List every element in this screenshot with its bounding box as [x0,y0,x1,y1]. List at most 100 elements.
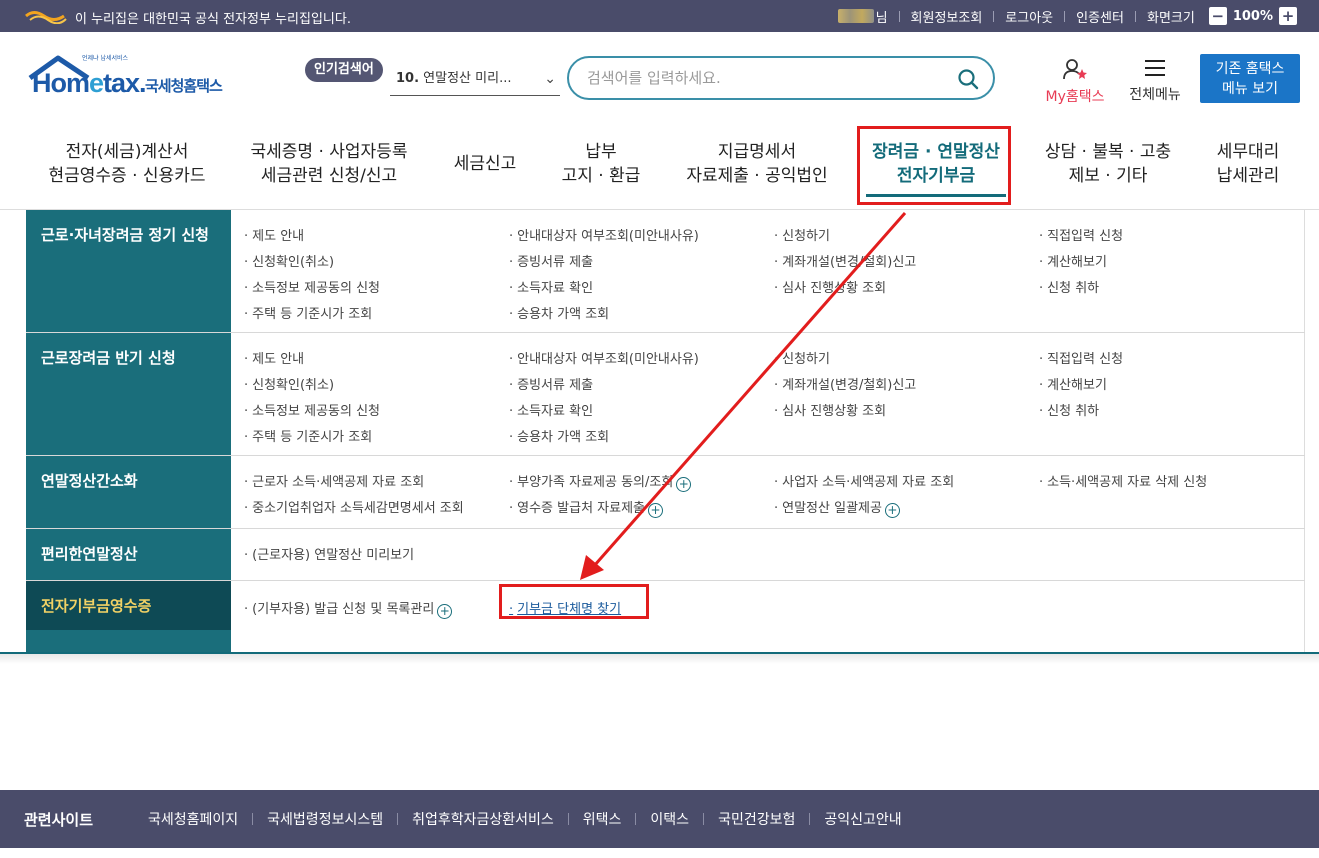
popular-search-badge: 인기검색어 [305,58,383,82]
menu-link[interactable]: 신청하기 [774,225,830,244]
divider [1064,10,1066,22]
menu-link[interactable]: 주택 등 기준시가 조회 [244,303,372,322]
menu-link[interactable]: 계좌개설(변경/철회)신고 [774,251,916,270]
menu-section: 근로장려금 반기 신청 제도 안내 안내대상자 여부조회(미안내사유) 신청하기… [26,333,1305,456]
egov-logo-icon [25,11,67,24]
menu-link[interactable]: 소득정보 제공동의 신청 [244,400,380,419]
nav-label: 제보 · 기타 [1068,166,1148,186]
menu-link[interactable]: 제도 안내 [244,348,304,367]
menu-link[interactable]: 사업자 소득·세액공제 자료 조회 [774,471,954,490]
nav-e-invoice[interactable]: 전자(세금)계산서 현금영수증 · 신용카드 [48,140,206,188]
menu-link[interactable]: (근로자용) 연말정산 미리보기 [244,544,414,563]
nav-tax-return[interactable]: 세금신고 [446,152,524,176]
menu-link[interactable]: 신청하기 [774,348,830,367]
divider [898,10,900,22]
menu-link[interactable]: 소득·세액공제 자료 삭제 신청 [1039,471,1207,490]
menu-link[interactable]: 중소기업취업자 소득세감면명세서 조회 [244,497,464,516]
menu-link[interactable]: 신청확인(취소) [244,374,334,393]
hometax-logo[interactable]: 언제냐 납세서비스 Hometax. 국세청홈택스 [26,52,246,104]
menu-link[interactable]: 소득정보 제공동의 신청 [244,277,380,296]
section-title-active[interactable]: 전자기부금영수증 [26,581,231,630]
popular-rank: 10. [396,71,420,86]
menu-link[interactable]: 승용차 가액 조회 [509,426,609,445]
plus-circle-icon[interactable]: + [437,604,453,619]
menu-link[interactable]: 계산해보기 [1039,251,1107,270]
nav-payment-statement[interactable]: 지급명세서 자료제출 · 공익법인 [680,140,834,188]
logo-wordmark: Hometax. [32,68,147,98]
legacy-menu-button[interactable]: 기존 홈택스 메뉴 보기 [1200,54,1300,103]
nav-label: 납세관리 [1216,166,1280,186]
menu-link[interactable]: 직접입력 신청 [1039,225,1123,244]
nav-payment[interactable]: 납부 고지 · 환급 [556,140,646,188]
footer-link[interactable]: 국민건강보험 [718,809,795,829]
footer-links: 국세청홈페이지 국세법령정보시스템 취업후학자금상환서비스 위택스 이택스 국민… [148,809,902,829]
menu-link[interactable]: 직접입력 신청 [1039,348,1123,367]
logo-korean-name: 국세청홈택스 [145,77,223,95]
section-title[interactable]: 근로·자녀장려금 정기 신청 [26,210,231,332]
footer-link[interactable]: 취업후학자금상환서비스 [412,809,554,829]
popular-search-select[interactable]: 10. 연말정산 미리... ⌄ [390,66,560,96]
menu-link[interactable]: 제도 안내 [244,225,304,244]
menu-section-active: 전자기부금영수증 (기부자용) 발급 신청 및 목록관리+ 기부금 단체명 찾기 [26,581,1305,630]
menu-link[interactable]: 승용차 가액 조회 [509,303,609,322]
menu-link[interactable]: 소득자료 확인 [509,277,593,296]
cert-center-link[interactable]: 인증센터 [1076,7,1124,26]
zoom-out-button[interactable]: − [1208,7,1227,25]
nav-label: 전자(세금)계산서 [65,142,189,162]
search-icon[interactable] [957,68,979,90]
footer-link[interactable]: 이택스 [650,809,689,829]
menu-link[interactable]: 소득자료 확인 [509,400,593,419]
footer-link[interactable]: 위택스 [583,809,622,829]
search-box [567,56,995,100]
menu-link[interactable]: 연말정산 일괄제공+ [774,497,900,518]
divider [993,10,995,22]
section-title-filler [26,630,231,652]
nav-label: 세무대리 [1216,142,1280,162]
legacy-menu-label-2: 메뉴 보기 [1222,81,1278,97]
menu-link[interactable]: 부양가족 자료제공 동의/조회+ [509,471,692,492]
menu-link[interactable]: 영수증 발급처 자료제출+ [509,497,664,518]
menu-link[interactable]: 계좌개설(변경/철회)신고 [774,374,916,393]
menu-link[interactable]: 안내대상자 여부조회(미안내사유) [509,348,699,367]
menu-link[interactable]: 심사 진행상황 조회 [774,277,886,296]
section-title[interactable]: 연말정산간소화 [26,456,231,528]
logout-link[interactable]: 로그아웃 [1005,7,1053,26]
plus-circle-icon[interactable]: + [648,503,664,518]
menu-link[interactable]: 신청확인(취소) [244,251,334,270]
nav-label: 상담 · 불복 · 고충 [1044,142,1172,162]
footer-link[interactable]: 국세청홈페이지 [148,809,238,829]
utility-links: 님 회원정보조회 로그아웃 인증센터 화면크기 − 100% + [837,0,1297,32]
my-hometax-button[interactable]: My홈택스 [1038,58,1112,106]
footer-link[interactable]: 국세법령정보시스템 [267,809,383,829]
menu-link[interactable]: 심사 진행상황 조회 [774,400,886,419]
footer-link[interactable]: 공익신고안내 [824,809,901,829]
zoom-in-button[interactable]: + [1279,7,1297,25]
plus-circle-icon[interactable]: + [676,477,692,492]
menu-link[interactable]: (기부자용) 발급 신청 및 목록관리+ [244,598,453,619]
menu-section: 편리한연말정산 (근로자용) 연말정산 미리보기 [26,529,1305,581]
section-title[interactable]: 편리한연말정산 [26,529,231,580]
divider [809,813,811,825]
divider [1134,10,1136,22]
nav-label: 국세증명 · 사업자등록 [250,142,408,162]
all-menu-label: 전체메뉴 [1129,87,1181,103]
divider [703,813,705,825]
menu-link[interactable]: 주택 등 기준시가 조회 [244,426,372,445]
nav-consultation[interactable]: 상담 · 불복 · 고충 제보 · 기타 [1038,140,1178,188]
menu-link[interactable]: 증빙서류 제출 [509,251,593,270]
legacy-menu-label-1: 기존 홈택스 [1215,61,1285,77]
menu-link[interactable]: 안내대상자 여부조회(미안내사유) [509,225,699,244]
menu-link[interactable]: 증빙서류 제출 [509,374,593,393]
all-menu-button[interactable]: 전체메뉴 [1123,58,1187,104]
menu-link[interactable]: 계산해보기 [1039,374,1107,393]
menu-link[interactable]: 신청 취하 [1039,400,1099,419]
search-input[interactable] [587,67,937,89]
section-title[interactable]: 근로장려금 반기 신청 [26,333,231,455]
nav-certificate-registration[interactable]: 국세증명 · 사업자등록 세금관련 신청/신고 [248,140,410,188]
menu-link[interactable]: 근로자 소득·세액공제 자료 조회 [244,471,424,490]
nav-label: 세금관련 신청/신고 [260,166,398,186]
menu-link[interactable]: 신청 취하 [1039,277,1099,296]
plus-circle-icon[interactable]: + [884,503,900,518]
nav-tax-agent[interactable]: 세무대리 납세관리 [1210,140,1286,188]
member-info-link[interactable]: 회원정보조회 [911,7,983,26]
